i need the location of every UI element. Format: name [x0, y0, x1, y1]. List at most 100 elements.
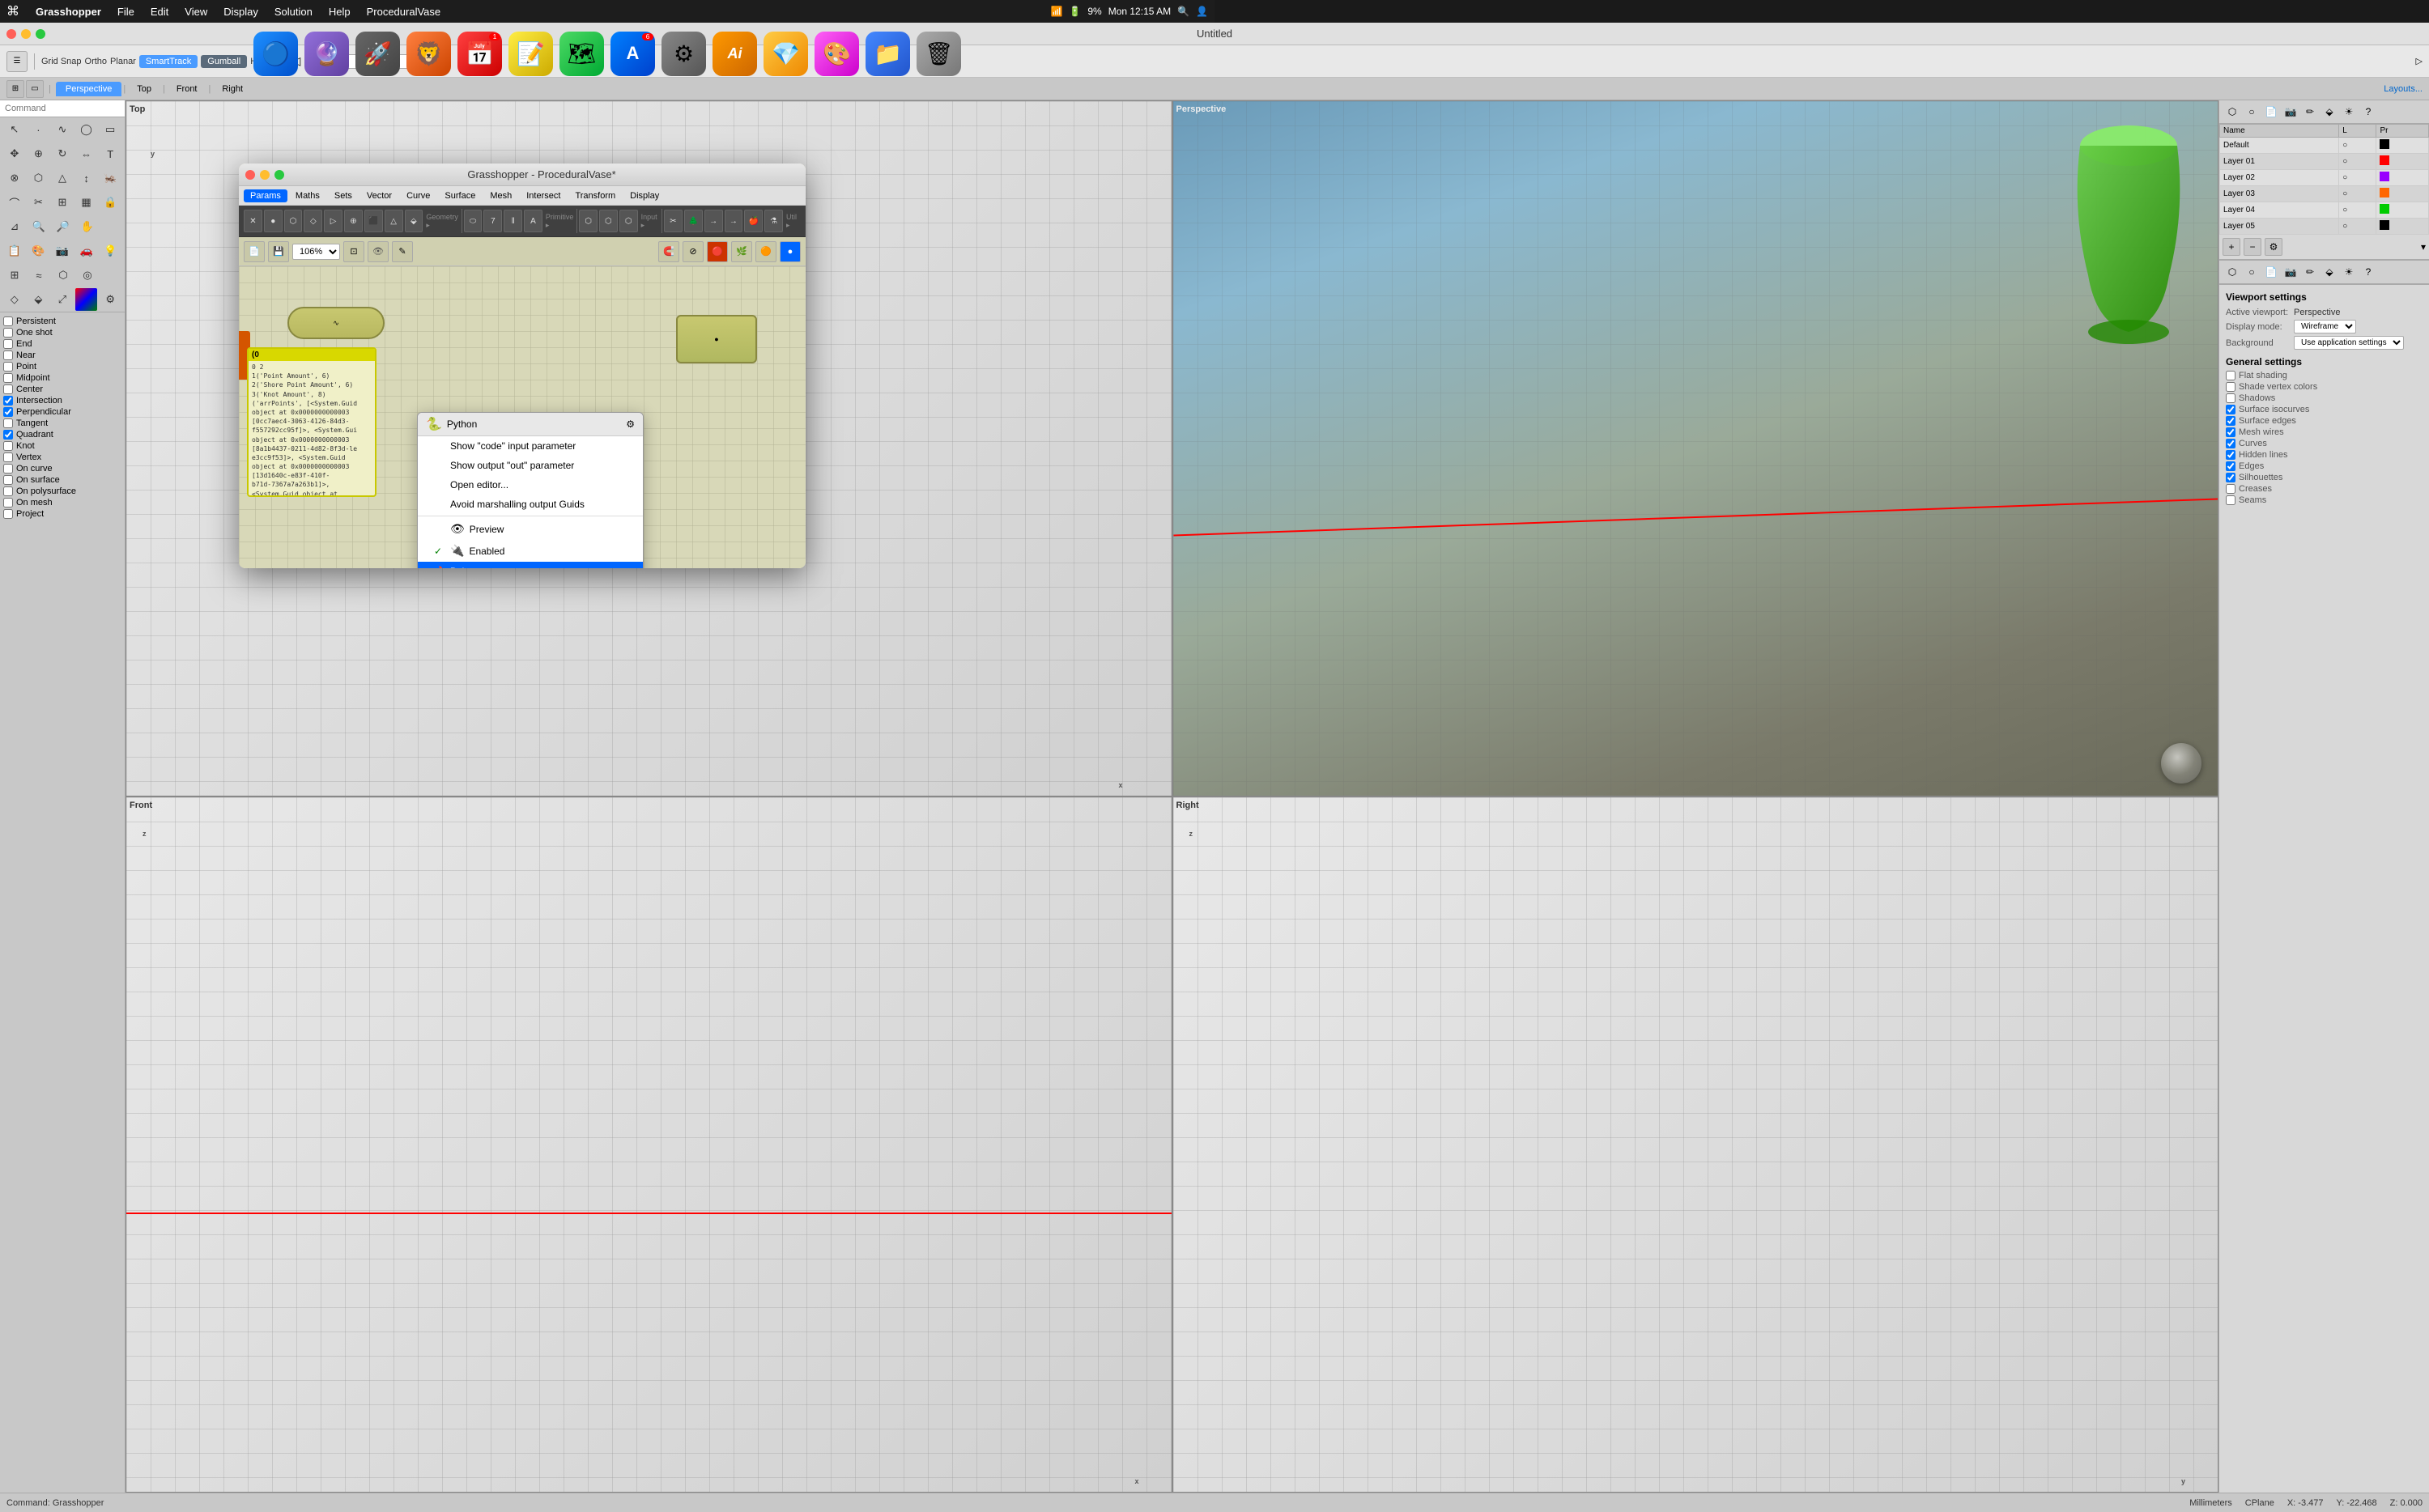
gh-brep-btn[interactable]: ⬙ [405, 210, 423, 232]
gh-fit-btn[interactable]: ⊡ [343, 241, 364, 262]
gh-minimize-btn[interactable] [260, 170, 270, 180]
named-icon[interactable]: ⬙ [2321, 104, 2338, 120]
properties-icon[interactable]: ○ [2244, 104, 2260, 120]
gh-settings-btn[interactable]: ✎ [392, 241, 413, 262]
move-tool[interactable]: ✥ [3, 142, 26, 165]
dims-icon-2[interactable]: ✏ [2302, 264, 2318, 280]
snap-knot[interactable]: Knot [3, 440, 121, 452]
sidebar-toggle-btn[interactable]: ☰ [6, 51, 28, 72]
dock-brave[interactable]: 🦁 [406, 32, 451, 76]
scale-tool[interactable]: ⊕ [28, 142, 50, 165]
properties-icon-2[interactable]: ○ [2244, 264, 2260, 280]
split-tool[interactable]: ✂ [28, 191, 50, 214]
gh-menu-intersect[interactable]: Intersect [520, 189, 567, 202]
gh-menu-display[interactable]: Display [623, 189, 666, 202]
material-icon[interactable]: 📄 [2263, 104, 2279, 120]
snap-onmesh[interactable]: On mesh [3, 497, 121, 508]
display-mode-select[interactable]: Wireframe [2294, 320, 2356, 333]
gh-menu-curve[interactable]: Curve [400, 189, 436, 202]
mesh-tool[interactable]: △ [51, 167, 74, 189]
gh-doc-btn[interactable]: 📄 [244, 241, 265, 262]
seams-check[interactable] [2226, 495, 2235, 505]
snap-oncurve[interactable]: On curve [3, 463, 121, 474]
layers-icon-2[interactable]: ⬡ [2224, 264, 2240, 280]
gh-bake-btn[interactable]: 🔴 [707, 241, 728, 262]
gh-util2[interactable]: 🌲 [684, 210, 703, 232]
dock-illustrator[interactable]: Ai [713, 32, 757, 76]
mesh-wires-check[interactable] [2226, 427, 2235, 437]
setting-surface-edges[interactable]: Surface edges [2226, 416, 2423, 426]
viewport-perspective[interactable]: Perspective [1172, 100, 2219, 796]
menubar-file[interactable]: File [111, 4, 141, 19]
creases-check[interactable] [2226, 484, 2235, 494]
gh-close-btn[interactable] [245, 170, 255, 180]
menubar-grasshopper[interactable]: Grasshopper [29, 4, 108, 19]
layer-default-visible[interactable]: ○ [2339, 138, 2376, 154]
material-icon-2[interactable]: 📄 [2263, 264, 2279, 280]
snap-persistent-check[interactable] [3, 316, 13, 326]
edges-check[interactable] [2226, 461, 2235, 471]
layer-01-visible[interactable]: ○ [2339, 154, 2376, 170]
snap-point-check[interactable] [3, 362, 13, 372]
snap-midpoint-check[interactable] [3, 373, 13, 383]
gh-null-btn[interactable]: ✕ [244, 210, 262, 232]
snap-onmesh-check[interactable] [3, 498, 13, 508]
layer-04-visible[interactable]: ○ [2339, 202, 2376, 219]
zoom-in-tool[interactable]: 🔍 [28, 215, 50, 238]
setting-silhouettes[interactable]: Silhouettes [2226, 473, 2423, 482]
car-tool[interactable]: 🚗 [75, 240, 98, 262]
gh-pt-btn[interactable]: ● [264, 210, 283, 232]
silhouettes-check[interactable] [2226, 473, 2235, 482]
context-show-out[interactable]: Show output "out" parameter [418, 456, 643, 475]
render-tool[interactable]: 📷 [51, 240, 74, 262]
smart-track-btn[interactable]: SmartTrack [139, 55, 198, 68]
context-open-editor[interactable]: Open editor... [418, 475, 643, 495]
snap-project-check[interactable] [3, 509, 13, 519]
setting-creases[interactable]: Creases [2226, 484, 2423, 494]
material-tool[interactable]: 🎨 [28, 240, 50, 262]
tab-perspective[interactable]: Perspective [56, 82, 121, 96]
close-button[interactable] [6, 29, 16, 39]
layer-01[interactable]: Layer 01 ○ [2220, 154, 2429, 170]
menubar-help[interactable]: Help [322, 4, 357, 19]
snap-onpolysurface[interactable]: On polysurface [3, 486, 121, 497]
dock-maps[interactable]: 🗺 [559, 32, 604, 76]
analyze-tool[interactable]: ⊿ [3, 215, 26, 238]
dock-sysprefs[interactable]: ⚙ [661, 32, 706, 76]
menubar-view[interactable]: View [178, 4, 214, 19]
curves-check[interactable] [2226, 439, 2235, 448]
gh-zoom-select[interactable]: 106% [292, 244, 340, 260]
snap-project[interactable]: Project [3, 508, 121, 520]
snap-point[interactable]: Point [3, 361, 121, 372]
dock-trash[interactable]: 🗑 [917, 32, 961, 76]
setting-curves[interactable]: Curves [2226, 439, 2423, 448]
right-expand-btn[interactable]: ▷ [2416, 56, 2423, 66]
setting-mesh-wires[interactable]: Mesh wires [2226, 427, 2423, 437]
gumball-btn[interactable]: Gumball [201, 55, 247, 68]
dock-xd[interactable]: 🎨 [815, 32, 859, 76]
grasshopper-tool[interactable]: 🦗 [99, 167, 121, 189]
gh-diamond-btn[interactable]: ◇ [304, 210, 322, 232]
dock-calendar[interactable]: 📅 1 [457, 32, 502, 76]
dock-files[interactable]: 📁 [866, 32, 910, 76]
snap-intersection-check[interactable] [3, 396, 13, 406]
layer-03[interactable]: Layer 03 ○ [2220, 186, 2429, 202]
dock-launchpad[interactable]: 🚀 [355, 32, 400, 76]
command-input[interactable] [0, 100, 125, 117]
remove-layer-btn[interactable]: − [2244, 238, 2261, 256]
dock-finder[interactable]: 🔵 [253, 32, 298, 76]
surface-isocurves-check[interactable] [2226, 405, 2235, 414]
sun-icon[interactable]: ☀ [2341, 104, 2357, 120]
tab-top[interactable]: Top [127, 82, 161, 96]
snap-center[interactable]: Center [3, 384, 121, 395]
background-select[interactable]: Use application settings [2294, 336, 2404, 350]
render-icon-2[interactable]: 📷 [2282, 264, 2299, 280]
chevron-down-icon[interactable]: ▾ [2421, 241, 2426, 253]
python-node[interactable]: (0 0 2 1('Point Amount', 6) 2('Shore Poi… [247, 347, 376, 497]
dock-siri[interactable]: 🔮 [304, 32, 349, 76]
render-icon[interactable]: 📷 [2282, 104, 2299, 120]
gh-util5[interactable]: 🍎 [744, 210, 763, 232]
gh-util6[interactable]: ⚗ [764, 210, 783, 232]
add-layer-btn[interactable]: + [2223, 238, 2240, 256]
settings-tool[interactable]: ⚙ [99, 288, 121, 311]
